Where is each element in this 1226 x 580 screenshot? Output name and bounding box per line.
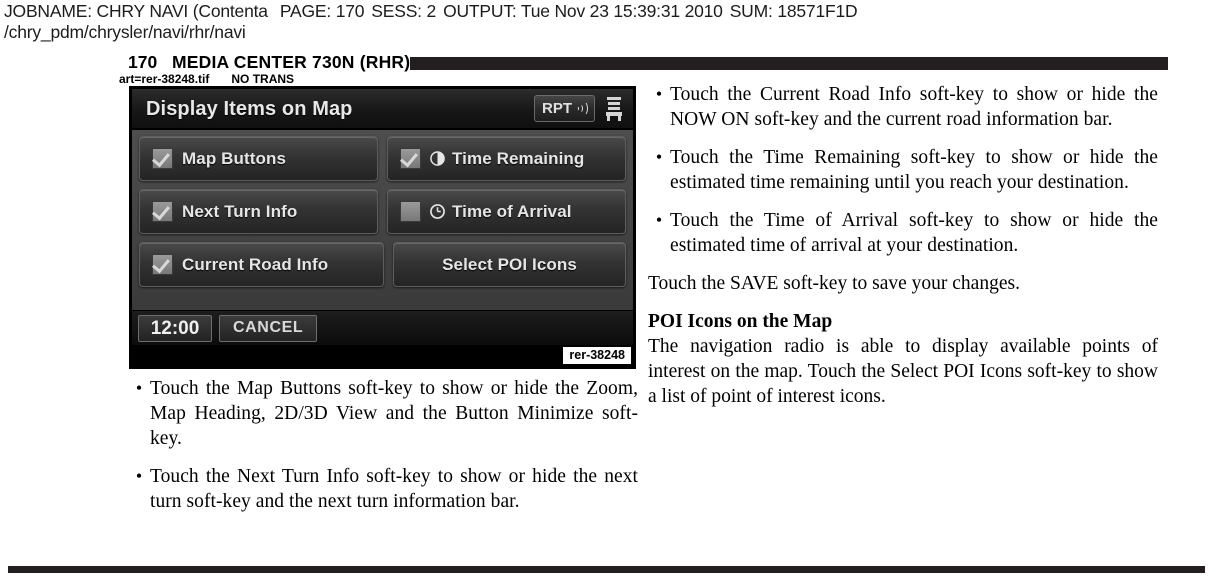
list-item-text: Touch the Next Turn Info soft-key to sho… <box>150 466 638 512</box>
list-item: • Touch the Map Buttons soft-key to show… <box>128 376 638 451</box>
softkey-label: Time Remaining <box>452 148 585 168</box>
art-slug-file: art=rer-38248.tif <box>119 72 210 86</box>
list-item: • Touch the Next Turn Info soft-key to s… <box>128 464 638 514</box>
bullet-icon: • <box>135 466 143 486</box>
art-slug-trans: NO TRANS <box>231 72 295 86</box>
list-item: • Touch the Time Remaining soft-key to s… <box>648 145 1158 195</box>
softkey-select-poi-icons[interactable]: Select POI Icons <box>393 242 626 287</box>
page-label: PAGE: <box>279 1 332 21</box>
softkey-next-turn-info[interactable]: Next Turn Info <box>139 189 378 234</box>
seat-stack-icon <box>606 97 622 121</box>
clock-value: 12:00 <box>150 317 200 339</box>
screen-footer-bar: 12:00 CANCEL <box>132 311 633 345</box>
softkey-row: Next Turn Info Time of Arrival <box>139 189 626 234</box>
clock-icon <box>430 204 445 219</box>
softkey-label: Time of Arrival <box>452 201 572 221</box>
screen-header-bar: Display Items on Map RPT <box>132 89 633 129</box>
sess-label: SESS: <box>371 1 422 21</box>
softkey-label: Select POI Icons <box>442 254 577 274</box>
rpt-button[interactable]: RPT <box>534 95 595 122</box>
bullet-icon: • <box>135 378 143 398</box>
softkey-map-buttons[interactable]: Map Buttons <box>139 136 378 181</box>
pie-chart-icon <box>430 151 445 166</box>
sound-wave-icon <box>575 101 588 116</box>
list-item: • Touch the Current Road Info soft-key t… <box>648 82 1158 132</box>
softkey-time-of-arrival[interactable]: Time of Arrival <box>387 189 626 234</box>
list-item-text: Touch the Map Buttons soft-key to show o… <box>150 378 638 449</box>
clock-display[interactable]: 12:00 <box>138 314 212 342</box>
bullet-icon: • <box>655 84 663 104</box>
job-header-line-1: JOBNAME: CHRY NAVI (Contenta PAGE: 170 SES… <box>4 1 1222 22</box>
art-slug: art=rer-38248.tif NO TRANS <box>119 72 294 86</box>
right-text-column: • Touch the Current Road Info soft-key t… <box>648 82 1158 409</box>
list-item-text: Touch the Time Remaining soft-key to sho… <box>670 147 1158 193</box>
left-text-column: • Touch the Map Buttons soft-key to show… <box>128 376 638 527</box>
nav-radio-screenshot: Display Items on Map RPT Map Buttons Tim… <box>129 86 636 369</box>
list-item: • Touch the Time of Arrival soft-key to … <box>648 208 1158 258</box>
softkey-label: Next Turn Info <box>182 201 298 221</box>
cancel-button[interactable]: CANCEL <box>219 314 318 342</box>
output-value: Tue Nov 23 15:39:31 2010 <box>520 1 723 21</box>
output-label: OUTPUT: <box>443 1 517 21</box>
bottom-rule <box>8 566 1205 573</box>
title-rule <box>410 57 1168 70</box>
page-number: 170 <box>128 52 158 72</box>
page-title: MEDIA CENTER 730N (RHR) <box>172 52 411 72</box>
checkbox-checked-icon[interactable] <box>400 148 421 169</box>
jobname-value: CHRY NAVI (Contenta <box>96 1 268 21</box>
softkey-time-remaining[interactable]: Time Remaining <box>387 136 626 181</box>
list-item-text: Touch the Time of Arrival soft-key to sh… <box>670 210 1158 256</box>
checkbox-unchecked-icon[interactable] <box>400 201 421 222</box>
job-header-path: /chry_pdm/chrysler/navi/rhr/navi <box>4 22 246 42</box>
save-paragraph: Touch the SAVE soft-key to save your cha… <box>648 273 1020 294</box>
softkey-row: Current Road Info Select POI Icons <box>139 242 626 287</box>
sum-value: 18571F1D <box>777 1 858 21</box>
rpt-label: RPT <box>542 100 572 117</box>
screen-softkey-grid: Map Buttons Time Remaining Next Turn Inf… <box>132 130 633 310</box>
cancel-label: CANCEL <box>233 319 304 336</box>
softkey-label: Map Buttons <box>182 148 287 168</box>
checkbox-checked-icon[interactable] <box>152 201 173 222</box>
bullet-icon: • <box>655 147 663 167</box>
job-header: JOBNAME: CHRY NAVI (Contenta PAGE: 170 SES… <box>4 1 1222 43</box>
list-item-text: Touch the Current Road Info soft-key to … <box>670 84 1158 130</box>
sess-value: 2 <box>426 1 437 21</box>
poi-paragraph: The navigation radio is able to display … <box>648 336 1158 407</box>
jobname-label: JOBNAME: <box>4 1 92 21</box>
softkey-row: Map Buttons Time Remaining <box>139 136 626 181</box>
screen-title: Display Items on Map <box>146 98 353 120</box>
checkbox-checked-icon[interactable] <box>152 254 173 275</box>
softkey-label: Current Road Info <box>182 254 329 274</box>
poi-section-heading: POI Icons on the Map <box>648 311 833 332</box>
bullet-icon: • <box>655 210 663 230</box>
checkbox-checked-icon[interactable] <box>152 148 173 169</box>
softkey-current-road-info[interactable]: Current Road Info <box>139 242 384 287</box>
sum-label: SUM: <box>729 1 773 21</box>
figure-id-tag: rer-38248 <box>562 346 632 365</box>
page-value: 170 <box>335 1 365 21</box>
